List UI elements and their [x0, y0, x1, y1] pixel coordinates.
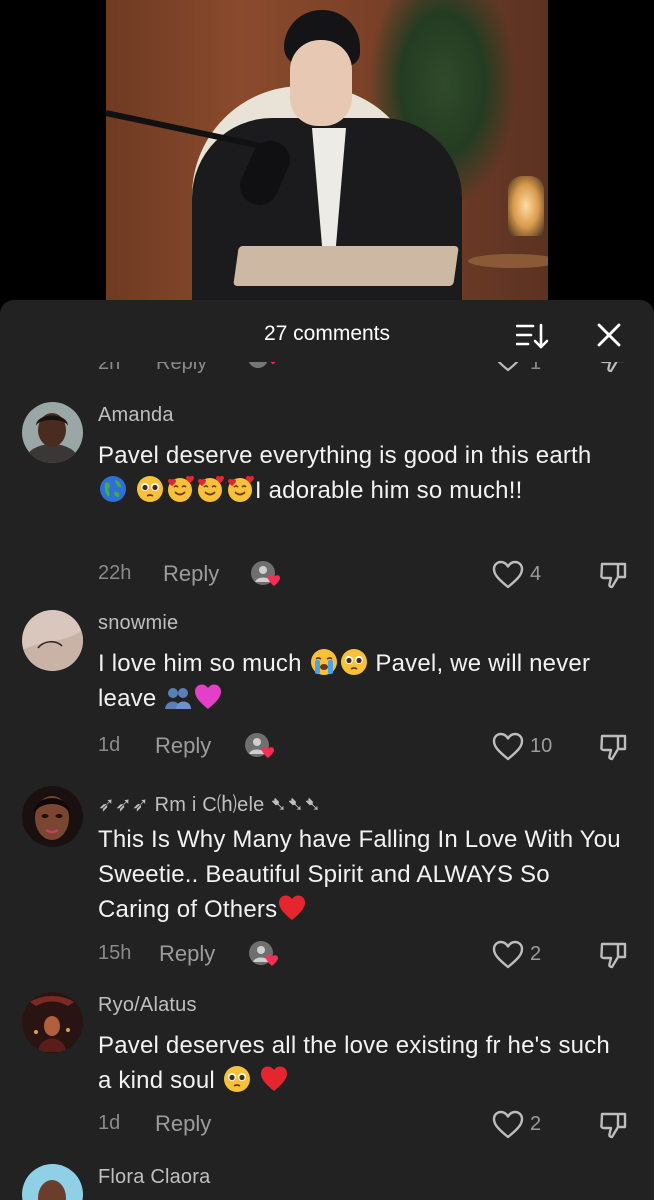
comment-meta: 15h Reply 2: [98, 940, 638, 970]
comment-username[interactable]: snowmie: [98, 612, 178, 635]
thumbs-down-icon[interactable]: [598, 362, 626, 374]
video-player[interactable]: [0, 0, 654, 310]
comment-username[interactable]: Amanda: [98, 404, 174, 427]
red-heart-emoji-icon: [260, 1066, 287, 1091]
heart-outline-icon[interactable]: [492, 560, 524, 590]
comment-text-part: I adorable him so much!!: [254, 477, 523, 504]
reply-button[interactable]: Reply: [159, 941, 215, 967]
comment-meta: 1d Reply 10: [98, 732, 638, 762]
person-head: [290, 40, 352, 126]
heart-outline-icon[interactable]: [492, 732, 524, 762]
comment-text-part: This Is Why Many have Falling In Love Wi…: [98, 826, 621, 923]
avatar[interactable]: [22, 610, 83, 671]
people-hugging-emoji-icon: [165, 688, 192, 709]
comment-username[interactable]: Ryo/Alatus: [98, 994, 197, 1017]
comment-text-part: Pavel deserve everything is good in this…: [98, 442, 592, 469]
like-count: 2: [530, 943, 542, 965]
globe-emoji-icon: [100, 476, 126, 502]
pleading-face-emoji-icon: [340, 649, 367, 675]
sort-icon[interactable]: [516, 322, 550, 350]
comment-username[interactable]: Flora Claora: [98, 1166, 210, 1189]
smiling-face-with-hearts-emoji-icon: [197, 475, 224, 502]
previous-like-count: 1: [530, 362, 542, 374]
like-count: 10: [530, 735, 553, 757]
comment-meta: 1d Reply 2: [98, 1110, 638, 1140]
comment-text: Pavel deserve everything is good in this…: [98, 438, 628, 508]
reply-button[interactable]: Reply: [155, 733, 211, 759]
thumbs-down-icon[interactable]: [598, 1110, 628, 1140]
comment-text: I love him so much Pavel, we will never …: [98, 646, 628, 716]
previous-comment-time: 2h: [98, 362, 121, 374]
comment-time: 1d: [98, 1112, 121, 1134]
comment-text-part: [128, 477, 135, 504]
avatar[interactable]: [22, 402, 83, 463]
smiling-face-with-hearts-emoji-icon: [227, 475, 254, 502]
creator-liked-badge-icon: [251, 561, 280, 586]
pleading-face-emoji-icon: [136, 476, 163, 502]
avatar[interactable]: [22, 992, 83, 1053]
comment-time: 1d: [98, 734, 121, 756]
comment-text-part: I love him so much: [98, 650, 309, 677]
comment-meta: 22h Reply 4: [98, 560, 638, 590]
avatar[interactable]: [22, 786, 83, 847]
creator-liked-badge-icon: [248, 362, 276, 368]
comment-time: 22h: [98, 562, 132, 584]
reply-button[interactable]: Reply: [155, 1111, 211, 1137]
smiling-face-with-hearts-emoji-icon: [167, 475, 194, 502]
comments-header: 27 comments: [0, 300, 654, 370]
comments-count-title: 27 comments: [263, 322, 391, 345]
side-table: [468, 254, 548, 268]
reply-button[interactable]: Reply: [163, 561, 219, 587]
comment-text-part: [252, 1067, 259, 1094]
heart-outline-icon[interactable]: [494, 362, 522, 372]
table-lamp: [508, 176, 544, 236]
previous-reply-button[interactable]: Reply: [156, 362, 207, 375]
close-icon[interactable]: [594, 320, 624, 350]
video-frame[interactable]: [106, 0, 548, 310]
comment-username[interactable]: ➶➶➶ Rm i C⒣ele ➷➷➷: [98, 788, 321, 817]
creator-liked-badge-icon: [245, 733, 274, 758]
comment-text: This Is Why Many have Falling In Love Wi…: [98, 822, 628, 927]
thumbs-down-icon[interactable]: [598, 732, 628, 762]
avatar[interactable]: [22, 1164, 83, 1200]
heart-outline-icon[interactable]: [492, 940, 524, 970]
comment-time: 15h: [98, 942, 132, 964]
pleading-face-emoji-icon: [223, 1066, 250, 1092]
comment-text-part: Pavel deserves all the love existing fr …: [98, 1032, 610, 1094]
creator-liked-badge-icon: [249, 941, 278, 966]
comment-text: Pavel deserves all the love existing fr …: [98, 1028, 628, 1098]
thumbs-down-icon[interactable]: [598, 560, 628, 590]
loudly-crying-face-emoji-icon: [310, 649, 337, 675]
previous-comment-meta-partial: 2h Reply 1: [0, 362, 654, 376]
comments-sheet: 27 comments 2h Reply 1 Amanda Pavel dese…: [0, 300, 654, 1200]
like-count: 4: [530, 563, 542, 585]
like-count: 2: [530, 1113, 542, 1135]
red-heart-emoji-icon: [279, 895, 306, 920]
growing-heart-emoji-icon: [195, 684, 222, 709]
open-book: [233, 246, 459, 286]
thumbs-down-icon[interactable]: [598, 940, 628, 970]
heart-outline-icon[interactable]: [492, 1110, 524, 1140]
